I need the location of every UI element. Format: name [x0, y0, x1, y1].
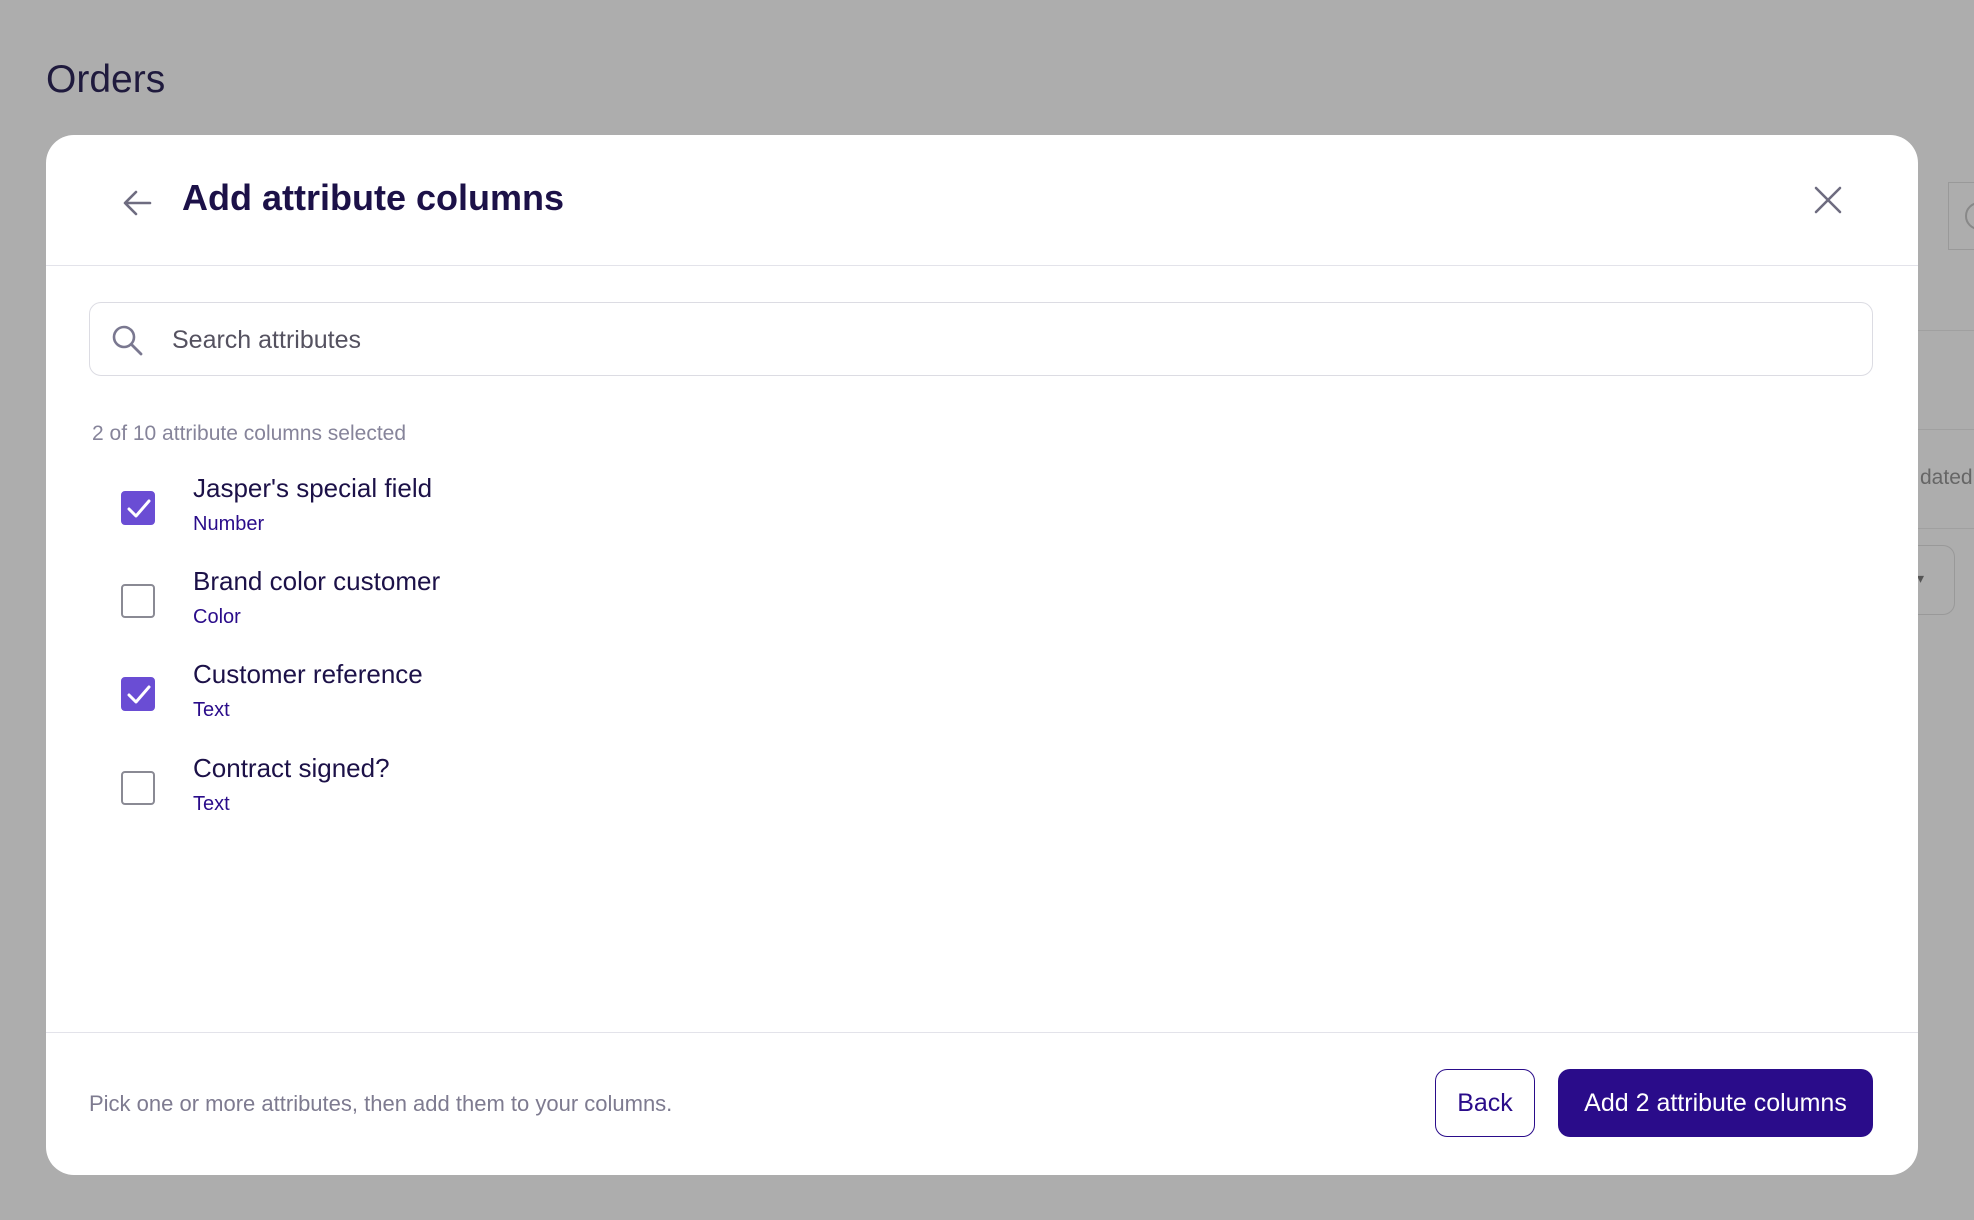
search-icon — [110, 323, 144, 357]
attribute-name: Customer reference — [193, 659, 423, 689]
add-attribute-columns-modal: Add attribute columns 2 of 10 attribute … — [46, 135, 1918, 1175]
background-column-label: dated — [1920, 466, 1973, 489]
checkbox-checked[interactable] — [121, 677, 155, 711]
modal-footer: Pick one or more attributes, then add th… — [46, 1032, 1918, 1175]
back-button[interactable]: Back — [1435, 1069, 1535, 1137]
background-divider — [1917, 528, 1974, 529]
attribute-type: Number — [193, 513, 265, 535]
attribute-item-jaspers-special-field[interactable]: Jasper's special field Number — [121, 473, 821, 557]
add-attribute-columns-button[interactable]: Add 2 attribute columns — [1558, 1069, 1873, 1137]
background-divider — [1917, 330, 1974, 331]
selection-count: 2 of 10 attribute columns selected — [92, 422, 407, 445]
checkmark-icon — [127, 499, 151, 518]
attribute-type: Color — [193, 606, 241, 628]
attribute-type: Text — [193, 699, 230, 721]
modal-header: Add attribute columns — [46, 135, 1918, 266]
checkmark-icon — [127, 685, 151, 704]
attribute-item-brand-color-customer[interactable]: Brand color customer Color — [121, 566, 821, 650]
background-divider — [1917, 429, 1974, 430]
attribute-type: Text — [193, 793, 230, 815]
attribute-name: Brand color customer — [193, 566, 441, 596]
background-avatar-icon — [1948, 182, 1974, 248]
search-field — [89, 302, 1873, 376]
attribute-name: Contract signed? — [193, 753, 390, 783]
attribute-item-contract-signed[interactable]: Contract signed? Text — [121, 753, 821, 837]
attribute-name: Jasper's special field — [193, 473, 433, 503]
search-input[interactable] — [170, 313, 1854, 367]
attribute-item-customer-reference[interactable]: Customer reference Text — [121, 659, 821, 743]
chevron-down-icon: ▾ — [1916, 570, 1924, 586]
checkbox-checked[interactable] — [121, 491, 155, 525]
close-icon[interactable] — [1808, 180, 1848, 220]
modal-title: Add attribute columns — [182, 177, 565, 218]
checkbox-unchecked[interactable] — [121, 771, 155, 805]
back-arrow-icon[interactable] — [116, 181, 160, 225]
checkbox-unchecked[interactable] — [121, 584, 155, 618]
page-title: Orders — [46, 58, 166, 101]
footer-hint: Pick one or more attributes, then add th… — [89, 1091, 673, 1116]
